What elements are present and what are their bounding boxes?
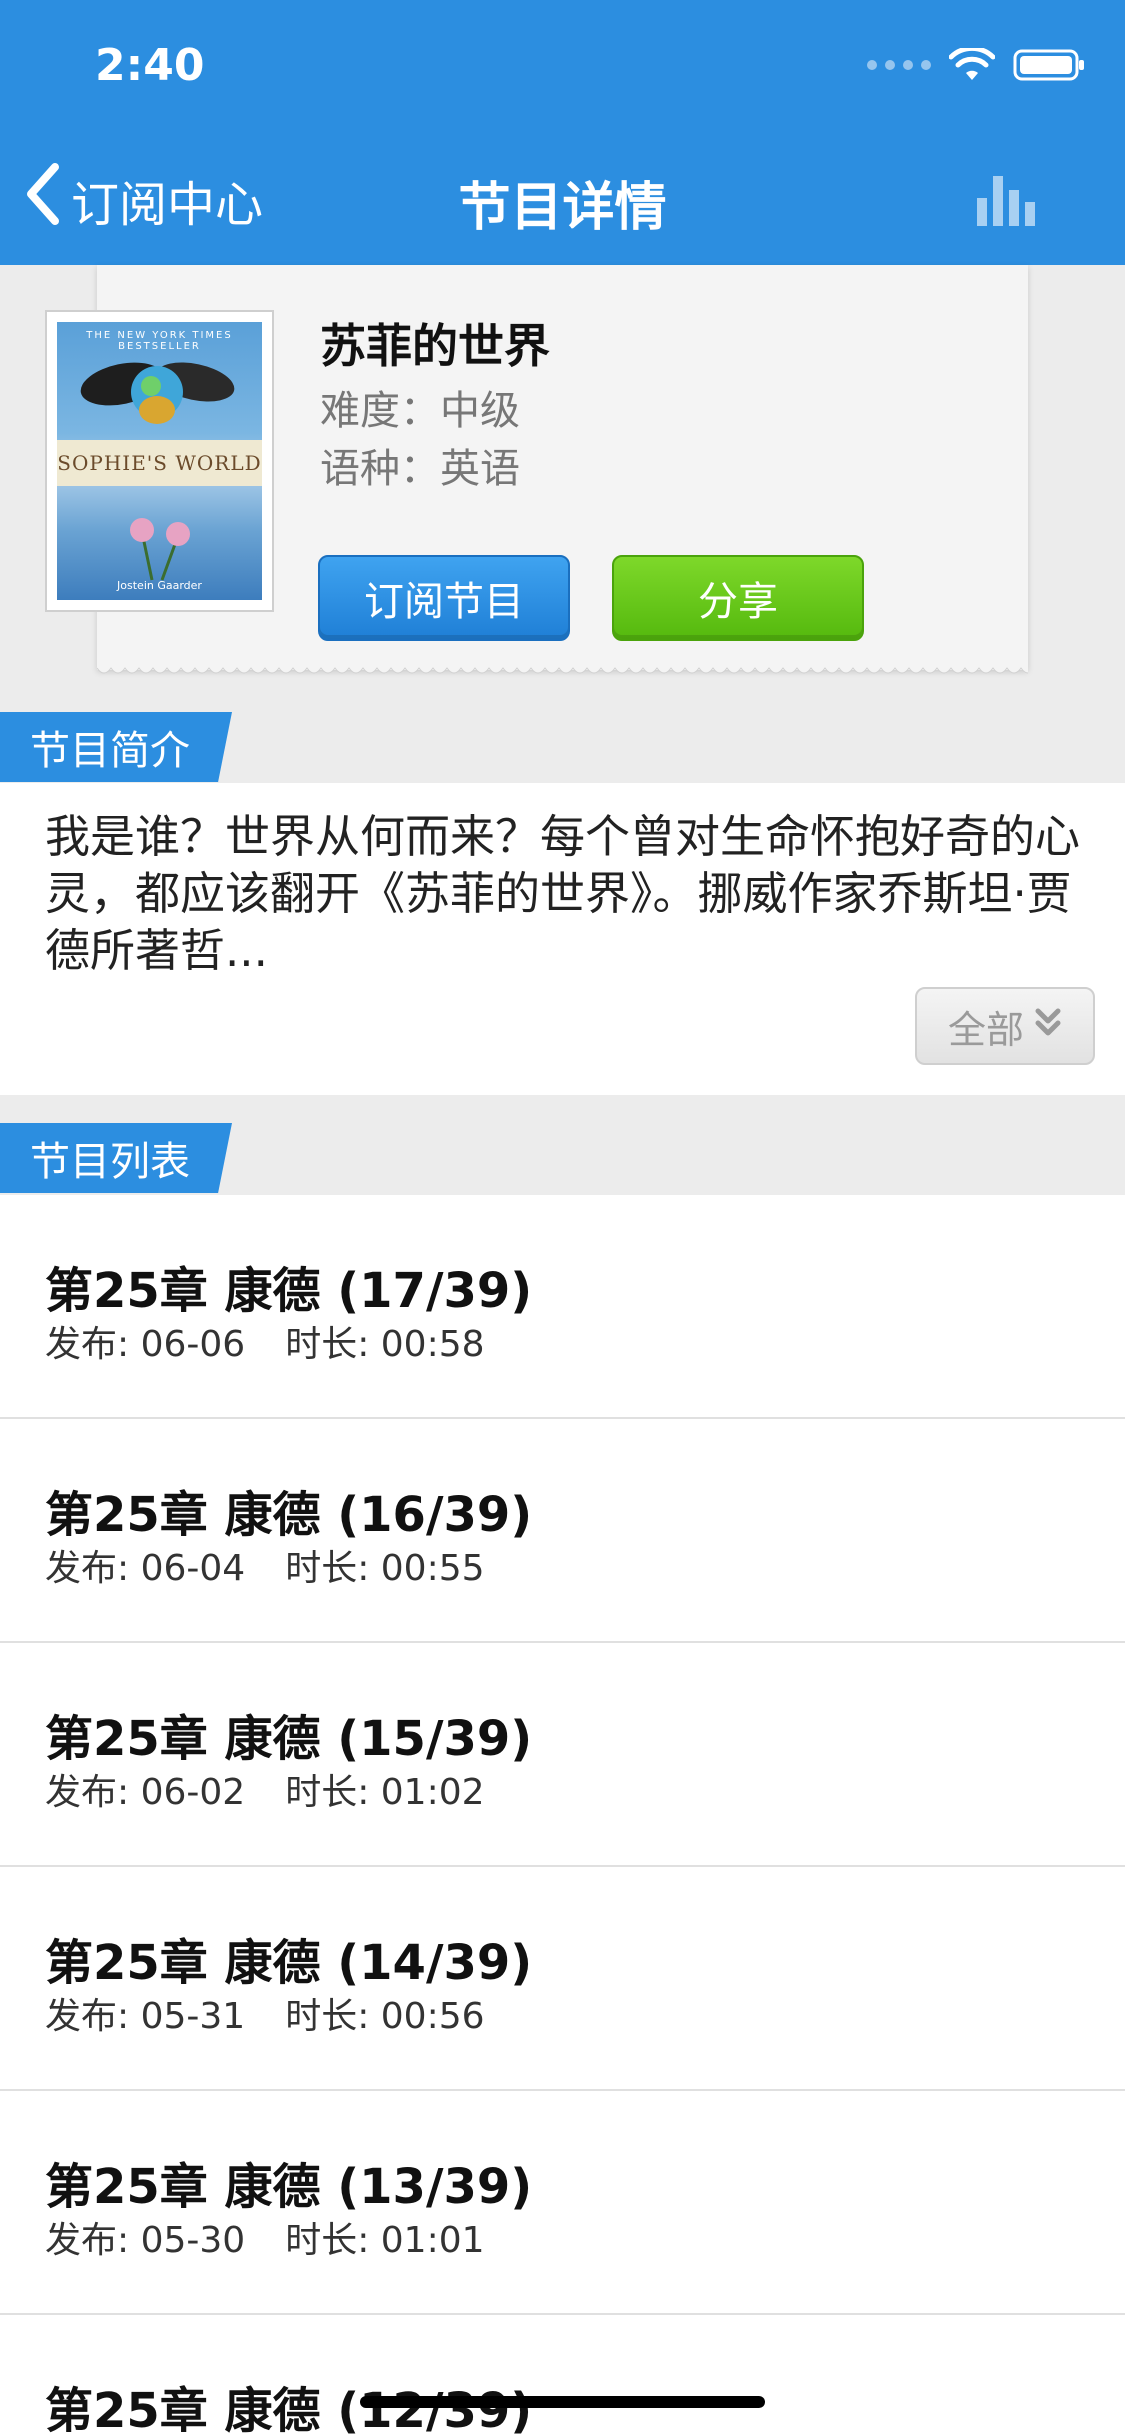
- share-button[interactable]: 分享: [612, 555, 864, 641]
- list-item[interactable]: 第25章 康德 (13/39) 发布: 05-30 时长: 01:01: [0, 2091, 1125, 2315]
- cover-title: SOPHIE'S WORLD: [57, 440, 262, 486]
- chart-button[interactable]: [975, 168, 1045, 228]
- list-item[interactable]: 第25章 康德 (12/39): [0, 2315, 1125, 2436]
- episode-title: 第25章 康德 (16/39): [45, 1487, 533, 1543]
- episode-title: 第25章 康德 (15/39): [45, 1711, 533, 1767]
- episode-meta: 发布: 06-06 时长: 00:58: [45, 1315, 485, 1367]
- episode-release: 发布: 06-06: [45, 1324, 246, 1365]
- episode-duration: 时长: 00:58: [285, 1324, 485, 1365]
- list-item[interactable]: 第25章 康德 (15/39) 发布: 06-02 时长: 01:02: [0, 1643, 1125, 1867]
- episode-meta: 发布: 06-02 时长: 01:02: [45, 1763, 485, 1815]
- episode-duration: 时长: 01:01: [285, 2220, 485, 2261]
- status-icons: [867, 48, 1085, 82]
- cover-author: Jostein Gaarder: [117, 579, 202, 592]
- list-item[interactable]: 第25章 康德 (16/39) 发布: 06-04 时长: 00:55: [0, 1419, 1125, 1643]
- page-title: 节目详情: [458, 178, 667, 238]
- list-item[interactable]: 第25章 康德 (17/39) 发布: 06-06 时长: 00:58: [0, 1195, 1125, 1419]
- book-title: 苏菲的世界: [320, 319, 550, 373]
- cover-art: THE NEW YORK TIMES BESTSELLER SOPHIE'S W…: [57, 322, 262, 600]
- episode-list: 第25章 康德 (17/39) 发布: 06-06 时长: 00:58 第25章 …: [0, 1195, 1125, 2436]
- episode-release: 发布: 06-02: [45, 1772, 246, 1813]
- episode-meta: 发布: 05-30 时长: 01:01: [45, 2211, 485, 2263]
- app-root: 2:40 订阅中心 节目详情 THE NEW YORK TIMES BESTSE…: [0, 0, 1125, 2436]
- intro-panel: 我是谁？世界从何而来？每个曾对生命怀抱好奇的心灵，都应该翻开《苏菲的世界》。挪威…: [0, 783, 1125, 1095]
- difficulty-label: 难度：中级: [320, 388, 520, 434]
- intro-text: 我是谁？世界从何而来？每个曾对生命怀抱好奇的心灵，都应该翻开《苏菲的世界》。挪威…: [45, 810, 1081, 977]
- flower-illustration: [130, 518, 190, 581]
- language-label: 语种：英语: [320, 446, 520, 492]
- episode-meta: 发布: 05-31 时长: 00:56: [45, 1987, 485, 2039]
- episode-release: 发布: 05-30: [45, 2220, 246, 2261]
- episode-duration: 时长: 01:02: [285, 1772, 485, 1813]
- bar-chart-icon: [975, 176, 1045, 232]
- cellular-signal-icon: [867, 60, 931, 70]
- subscribe-button[interactable]: 订阅节目: [318, 555, 570, 641]
- list-item[interactable]: 第25章 康德 (14/39) 发布: 05-31 时长: 00:56: [0, 1867, 1125, 2091]
- episode-meta: 发布: 06-04 时长: 00:55: [45, 1539, 485, 1591]
- section-tag-intro: 节目简介: [0, 712, 232, 782]
- butterfly-globe-illustration: [80, 362, 235, 424]
- section-tag-list: 节目列表: [0, 1123, 232, 1193]
- episode-title: 第25章 康德 (13/39): [45, 2159, 533, 2215]
- episode-title: 第25章 康德 (17/39): [45, 1263, 533, 1319]
- top-bar: 2:40 订阅中心 节目详情: [0, 0, 1125, 265]
- episode-duration: 时长: 00:56: [285, 1996, 485, 2037]
- show-all-label: 全部: [947, 1007, 1024, 1052]
- home-indicator[interactable]: [360, 2396, 765, 2408]
- show-all-button[interactable]: 全部: [915, 987, 1095, 1065]
- episode-title: 第25章 康德 (14/39): [45, 1935, 533, 1991]
- double-chevron-down-icon: [1034, 1004, 1062, 1048]
- episode-duration: 时长: 00:55: [285, 1548, 485, 1589]
- battery-icon: [1013, 48, 1085, 82]
- wifi-icon: [949, 48, 995, 82]
- episode-release: 发布: 06-04: [45, 1548, 246, 1589]
- status-time: 2:40: [95, 40, 205, 91]
- card-scalloped-edge: [97, 660, 1028, 674]
- episode-release: 发布: 05-31: [45, 1996, 246, 2037]
- book-cover: THE NEW YORK TIMES BESTSELLER SOPHIE'S W…: [45, 310, 274, 612]
